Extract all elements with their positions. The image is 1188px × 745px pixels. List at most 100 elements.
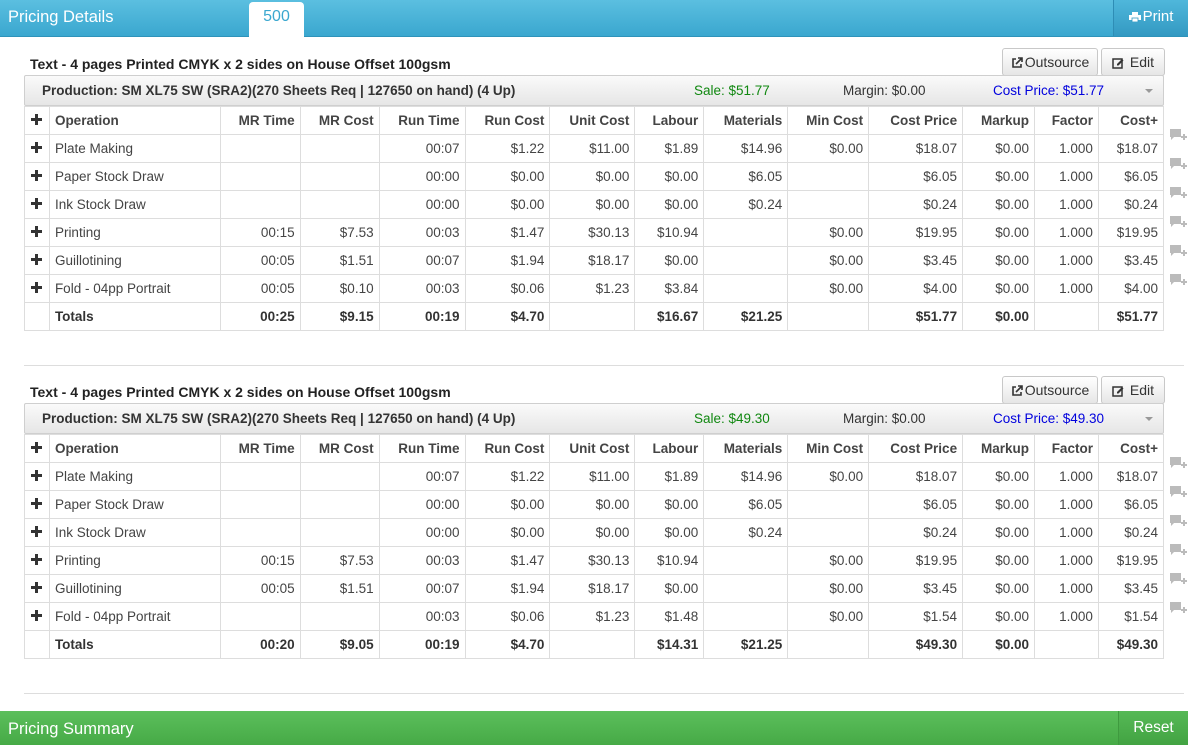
cell-unit-cost: $11.00 [549, 462, 636, 491]
column-header-mr-cost[interactable]: MR Cost [299, 106, 380, 135]
add-comment-icon[interactable] [1169, 485, 1187, 499]
add-comment-icon[interactable] [1169, 244, 1187, 258]
column-header-run-time[interactable]: Run Time [378, 106, 466, 135]
expand-row-button[interactable] [24, 574, 50, 603]
expand-row-button[interactable] [24, 546, 50, 575]
edit-button[interactable]: Edit [1101, 48, 1165, 76]
cell-labour: $1.89 [634, 462, 705, 491]
add-operation-button[interactable] [24, 106, 50, 135]
column-header-cost-plus[interactable]: Cost+ [1097, 434, 1165, 463]
cell-run-time: 00:07 [378, 462, 466, 491]
add-comment-icon[interactable] [1169, 514, 1187, 528]
expand-row-button[interactable] [24, 462, 50, 491]
production-bar[interactable]: Production: SM XL75 SW (SRA2)(270 Sheets… [24, 403, 1164, 434]
add-comment-icon[interactable] [1169, 273, 1187, 287]
expand-row-button[interactable] [24, 162, 50, 191]
expand-row-button[interactable] [24, 518, 50, 547]
add-comment-icon[interactable] [1169, 157, 1187, 171]
cell-cost-plus: $6.05 [1097, 162, 1165, 191]
cell-run-cost: $0.00 [464, 162, 551, 191]
table-row[interactable]: Fold - 04pp Portrait 00:05 $0.10 00:03 $0.06… [24, 274, 1165, 303]
column-header-factor[interactable]: Factor [1034, 106, 1099, 135]
column-header-cost-plus[interactable]: Cost+ [1097, 106, 1165, 135]
cell-materials [703, 574, 789, 603]
column-header-materials[interactable]: Materials [703, 434, 789, 463]
add-comment-icon[interactable] [1169, 186, 1187, 200]
expand-row-button[interactable] [24, 246, 50, 275]
column-header-unit-cost[interactable]: Unit Cost [549, 434, 636, 463]
column-header-cost-price[interactable]: Cost Price [868, 106, 964, 135]
column-header-mr-time[interactable]: MR Time [219, 106, 301, 135]
cell-mr-time: 00:05 [219, 274, 301, 303]
column-header-labour[interactable]: Labour [634, 106, 705, 135]
table-row[interactable]: Ink Stock Draw 00:00 $0.00 $0.00 $0.00 $0.24 $… [24, 518, 1165, 547]
table-row[interactable]: Paper Stock Draw 00:00 $0.00 $0.00 $0.00 $6.0… [24, 490, 1165, 519]
column-header-mr-time[interactable]: MR Time [219, 434, 301, 463]
cell-factor: 1.000 [1034, 134, 1099, 163]
expand-row-button[interactable] [24, 602, 50, 631]
production-bar[interactable]: Production: SM XL75 SW (SRA2)(270 Sheets… [24, 75, 1164, 106]
chevron-down-icon[interactable] [1145, 417, 1153, 421]
total-cost-plus: $51.77 [1097, 302, 1165, 331]
column-header-run-time[interactable]: Run Time [378, 434, 466, 463]
expand-row-button[interactable] [24, 218, 50, 247]
column-header-operation[interactable]: Operation [48, 434, 221, 463]
add-comment-icon[interactable] [1169, 572, 1187, 586]
table-row[interactable]: Plate Making 00:07 $1.22 $11.00 $1.89 $14.96 $… [24, 134, 1165, 163]
column-header-run-cost[interactable]: Run Cost [464, 434, 551, 463]
cell-markup: $0.00 [962, 602, 1036, 631]
print-button[interactable]: Print [1113, 0, 1188, 36]
table-row[interactable]: Plate Making 00:07 $1.22 $11.00 $1.89 $14.96 $… [24, 462, 1165, 491]
pricing-summary-footer[interactable]: Pricing Summary Reset [0, 711, 1188, 745]
cell-markup: $0.00 [962, 274, 1036, 303]
outsource-button[interactable]: Outsource [1002, 48, 1098, 76]
chevron-down-icon[interactable] [1145, 89, 1153, 93]
add-operation-button[interactable] [24, 434, 50, 463]
column-header-factor[interactable]: Factor [1034, 434, 1099, 463]
column-header-cost-price[interactable]: Cost Price [868, 434, 964, 463]
cell-cost-price: $19.95 [868, 546, 964, 575]
column-header-run-cost[interactable]: Run Cost [464, 106, 551, 135]
tab-quantity-500[interactable]: 500 [249, 2, 304, 37]
table-row[interactable]: Guillotining 00:05 $1.51 00:07 $1.94 $18.17 $0… [24, 574, 1165, 603]
add-comment-icon[interactable] [1169, 215, 1187, 229]
cell-cost-plus: $18.07 [1097, 134, 1165, 163]
add-comment-icon[interactable] [1169, 456, 1187, 470]
column-header-min-cost[interactable]: Min Cost [787, 434, 870, 463]
column-header-unit-cost[interactable]: Unit Cost [549, 106, 636, 135]
edit-button[interactable]: Edit [1101, 376, 1165, 404]
plus-icon [31, 282, 43, 293]
column-header-markup[interactable]: Markup [962, 106, 1036, 135]
column-header-materials[interactable]: Materials [703, 106, 789, 135]
table-row[interactable]: Paper Stock Draw 00:00 $0.00 $0.00 $0.00 $6.0… [24, 162, 1165, 191]
column-header-markup[interactable]: Markup [962, 434, 1036, 463]
cell-materials [703, 546, 789, 575]
outsource-label: Outsource [1024, 54, 1090, 70]
column-header-min-cost[interactable]: Min Cost [787, 106, 870, 135]
add-comment-icon[interactable] [1169, 128, 1187, 142]
expand-row-button[interactable] [24, 274, 50, 303]
cell-run-time: 00:00 [378, 162, 466, 191]
table-row[interactable]: Ink Stock Draw 00:00 $0.00 $0.00 $0.00 $0.24 $… [24, 190, 1165, 219]
table-row[interactable]: Printing 00:15 $7.53 00:03 $1.47 $30.13 $10.94… [24, 546, 1165, 575]
expand-row-button[interactable] [24, 134, 50, 163]
production-label: Production: SM XL75 SW (SRA2)(270 Sheets… [42, 411, 516, 426]
expand-row-button[interactable] [24, 490, 50, 519]
section-divider [24, 365, 1184, 366]
table-row[interactable]: Guillotining 00:05 $1.51 00:07 $1.94 $18.17 $0… [24, 246, 1165, 275]
cell-mr-cost [299, 162, 380, 191]
expand-row-button[interactable] [24, 190, 50, 219]
table-row[interactable]: Printing 00:15 $7.53 00:03 $1.47 $30.13 $10.94… [24, 218, 1165, 247]
table-row[interactable]: Fold - 04pp Portrait 00:03 $0.06 $1.23 $1.48… [24, 602, 1165, 631]
add-comment-icon[interactable] [1169, 543, 1187, 557]
plus-icon [31, 526, 43, 537]
column-header-mr-cost[interactable]: MR Cost [299, 434, 380, 463]
cell-mr-cost: $7.53 [299, 218, 380, 247]
outsource-button[interactable]: Outsource [1002, 376, 1098, 404]
column-header-labour[interactable]: Labour [634, 434, 705, 463]
cell-mr-cost: $1.51 [299, 246, 380, 275]
add-comment-icon[interactable] [1169, 601, 1187, 615]
column-header-operation[interactable]: Operation [48, 106, 221, 135]
cell-run-cost: $0.00 [464, 490, 551, 519]
reset-button[interactable]: Reset [1118, 711, 1188, 745]
